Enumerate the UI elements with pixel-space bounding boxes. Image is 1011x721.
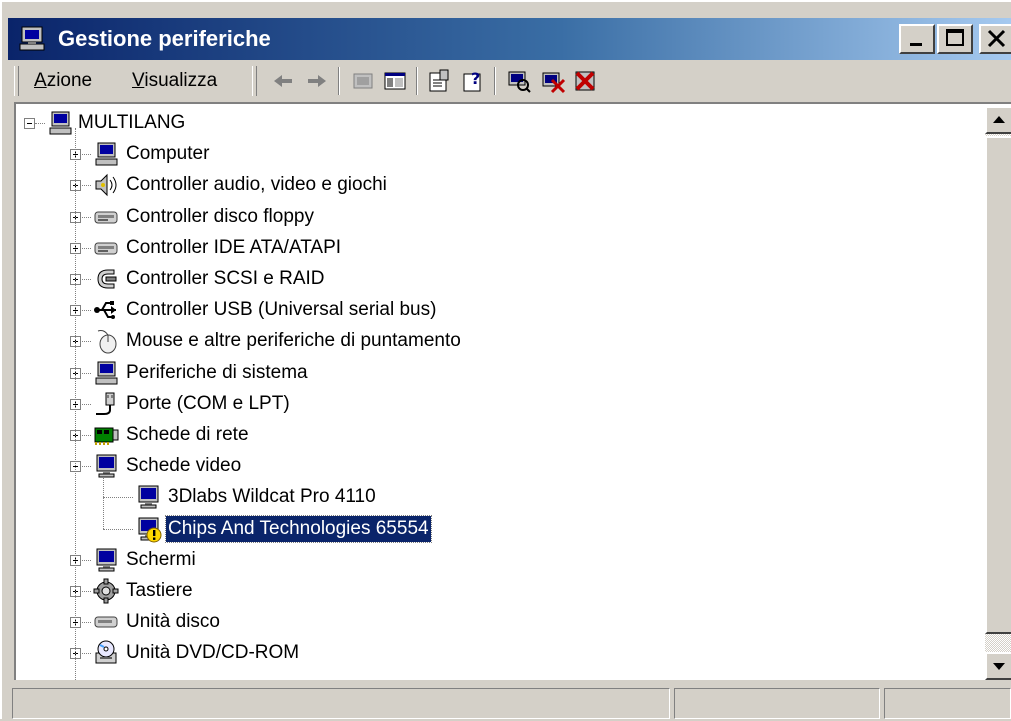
arrow-up-icon <box>993 116 1005 123</box>
mouse-icon <box>97 330 117 354</box>
maximize-icon <box>946 29 964 46</box>
speaker-icon <box>95 174 117 197</box>
toolbar-grip-2[interactable] <box>252 66 257 96</box>
menu-visualizza-rest: isualizza <box>144 70 218 91</box>
toolbar-separator <box>416 67 418 95</box>
tree-item-label[interactable]: Tastiere <box>124 578 195 604</box>
toolbar: Azione Visualizza ? <box>12 64 1011 98</box>
status-pane-3 <box>884 688 1011 719</box>
device-tree[interactable]: MULTILANG Computer Controller audio, video… <box>14 102 1011 680</box>
toolbar-separator <box>494 67 496 95</box>
uninstall-icon[interactable] <box>540 68 566 94</box>
status-bar <box>10 686 1011 721</box>
disable-icon[interactable] <box>572 68 598 94</box>
computer-icon <box>19 26 45 51</box>
tree-line-vertical <box>75 128 76 680</box>
minimize-button[interactable] <box>899 24 935 54</box>
tree-item-label[interactable]: Unità disco <box>124 609 222 635</box>
tree-item-label[interactable]: Periferiche di sistema <box>124 360 310 386</box>
menu-visualizza-accel: V <box>132 70 145 91</box>
keyboard-icon <box>93 578 119 604</box>
tree-item-label[interactable]: Controller audio, video e giochi <box>124 172 389 198</box>
tree-item-label[interactable]: Porte (COM e LPT) <box>124 391 292 417</box>
tree-item-label[interactable]: Controller USB (Universal serial bus) <box>124 297 438 323</box>
up-level-icon[interactable] <box>350 68 376 94</box>
tree-item-label[interactable]: MULTILANG <box>76 110 187 136</box>
tree-item-label[interactable]: 3Dlabs Wildcat Pro 4110 <box>166 484 378 510</box>
status-pane-2 <box>674 688 880 719</box>
computer-icon <box>95 361 118 385</box>
monitor-icon <box>138 517 162 543</box>
monitor-icon <box>138 485 159 509</box>
network-card-icon <box>94 427 119 445</box>
monitor-icon <box>96 548 117 572</box>
computer-icon <box>95 142 118 166</box>
forward-arrow-icon[interactable] <box>304 68 330 94</box>
expander-minus[interactable] <box>24 118 35 129</box>
tree-item-label[interactable]: Unità DVD/CD-ROM <box>124 640 301 666</box>
tree-item-label[interactable]: Computer <box>124 141 211 167</box>
floppy-controller-icon <box>94 211 118 224</box>
tree-item-label[interactable]: Controller SCSI e RAID <box>124 266 327 292</box>
vertical-scrollbar[interactable] <box>985 106 1011 680</box>
tree-item-label[interactable]: Controller IDE ATA/ATAPI <box>124 235 343 261</box>
computer-icon <box>49 111 72 135</box>
tree-item-label[interactable]: Controller disco floppy <box>124 204 316 230</box>
show-hide-tree-icon[interactable] <box>382 68 408 94</box>
tree-item-label[interactable]: Schede di rete <box>124 422 251 448</box>
window-title: Gestione periferiche <box>58 26 271 51</box>
tree-line-horizontal <box>35 123 45 124</box>
help-icon[interactable]: ? <box>460 68 486 94</box>
scrollbar-thumb[interactable] <box>985 136 1011 634</box>
disk-drive-icon <box>94 616 118 628</box>
close-button[interactable] <box>979 24 1011 54</box>
scroll-up-button[interactable] <box>985 106 1011 134</box>
title-bar[interactable]: Gestione periferiche <box>8 18 1011 60</box>
scan-hardware-icon[interactable] <box>506 68 532 94</box>
tree-line-horizontal <box>103 497 133 499</box>
svg-text:?: ? <box>471 69 480 88</box>
maximize-button[interactable] <box>937 24 973 54</box>
toolbar-separator <box>338 67 340 95</box>
menu-azione[interactable]: Azione <box>34 70 92 92</box>
cdrom-icon <box>95 640 117 664</box>
arrow-down-icon <box>993 663 1005 670</box>
device-manager-window: Gestione periferiche Azione Visualizza ?… <box>0 0 1011 719</box>
tree-item-label[interactable]: Schermi <box>124 547 198 573</box>
menu-azione-accel: A <box>34 70 47 91</box>
tree-item-label[interactable]: Mouse e altre periferiche di puntamento <box>124 328 463 354</box>
scroll-down-button[interactable] <box>985 652 1011 680</box>
back-arrow-icon[interactable] <box>270 68 296 94</box>
minimize-icon <box>910 43 922 46</box>
ide-controller-icon <box>94 242 118 255</box>
menu-visualizza[interactable]: Visualizza <box>132 70 217 92</box>
monitor-icon <box>96 454 117 478</box>
usb-icon <box>94 301 116 320</box>
tree-item-label[interactable]: Schede video <box>124 453 243 479</box>
tree-line-vertical <box>103 477 104 529</box>
menu-azione-rest: zione <box>46 70 93 91</box>
properties-icon[interactable] <box>426 68 452 94</box>
port-icon <box>96 392 115 415</box>
scsi-icon <box>97 269 117 289</box>
close-icon <box>987 29 1006 48</box>
tree-line-horizontal <box>103 528 133 530</box>
toolbar-grip[interactable] <box>14 66 19 96</box>
status-pane-main <box>12 688 670 719</box>
tree-item-label[interactable]: Chips And Technologies 65554 <box>165 514 432 543</box>
